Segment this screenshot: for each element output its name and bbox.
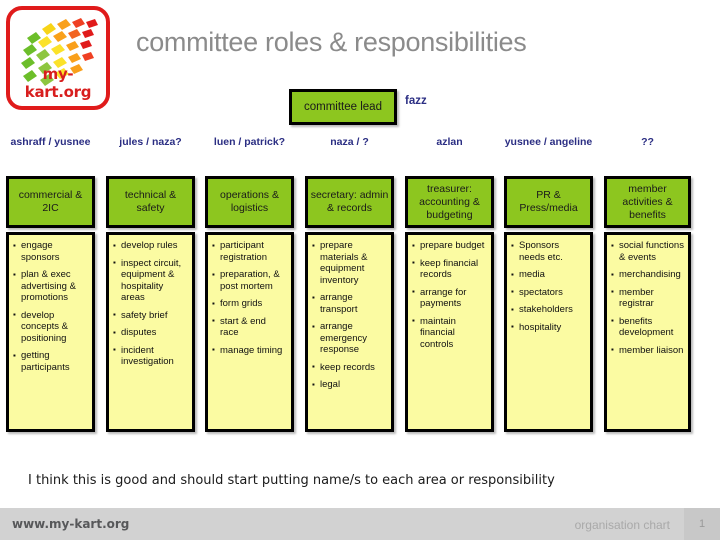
- role-tasks-box: social functions & events merchandising me…: [604, 232, 691, 432]
- task-item: develop concepts & positioning: [13, 309, 88, 345]
- role-owner-label: ashraff / yusnee: [10, 136, 91, 148]
- task-item: keep financial records: [412, 257, 487, 281]
- slide-note: I think this is good and should start pu…: [28, 473, 555, 488]
- task-item: disputes: [113, 327, 188, 339]
- role-title-box[interactable]: member activities & benefits: [604, 176, 691, 228]
- role-tasks-box: prepare budget keep financial records arra…: [405, 232, 494, 432]
- role-tasks-box: develop rules inspect circuit, equipment …: [106, 232, 195, 432]
- task-list: participant registration preparation, & p…: [212, 240, 287, 356]
- role-tasks-box: participant registration preparation, & p…: [205, 232, 294, 432]
- role-title-box[interactable]: operations & logistics: [205, 176, 294, 228]
- footer-bar: www.my-kart.org organisation chart 1: [0, 508, 720, 540]
- task-list: social functions & events merchandising me…: [611, 240, 684, 356]
- task-list: Sponsors needs etc. media spectators stakeh…: [511, 240, 586, 333]
- task-item: social functions & events: [611, 240, 684, 263]
- task-item: inspect circuit, equipment & hospitality…: [113, 257, 188, 304]
- footer-section-label: organisation chart: [574, 518, 670, 532]
- task-item: prepare materials & equipment inventory: [312, 240, 387, 286]
- committee-lead-owner: fazz: [405, 95, 427, 107]
- task-item: keep records: [312, 361, 387, 374]
- task-item: preparation, & post mortem: [212, 269, 287, 292]
- task-item: plan & exec advertising & promotions: [13, 269, 88, 304]
- task-list: prepare budget keep financial records arra…: [412, 240, 487, 350]
- task-item: getting participants: [13, 350, 88, 373]
- role-owner-label: luen / patrick?: [213, 136, 286, 148]
- role-title-box[interactable]: technical & safety: [106, 176, 195, 228]
- task-item: engage sponsors: [13, 240, 88, 263]
- brand-logo: my-kart.org: [6, 6, 110, 110]
- task-list: prepare materials & equipment inventory a…: [312, 240, 387, 391]
- task-item: spectators: [511, 286, 586, 299]
- task-item: incident investigation: [113, 344, 188, 368]
- task-item: Sponsors needs etc.: [511, 240, 586, 263]
- role-tasks-box: Sponsors needs etc. media spectators stakeh…: [504, 232, 593, 432]
- task-item: manage timing: [212, 344, 287, 357]
- task-item: develop rules: [113, 240, 188, 252]
- page-title: committee roles & responsibilities: [136, 27, 527, 57]
- task-item: hospitality: [511, 321, 586, 334]
- role-owner-label: jules / naza?: [119, 136, 182, 148]
- task-item: form grids: [212, 298, 287, 310]
- task-item: merchandising: [611, 269, 684, 281]
- task-item: arrange emergency response: [312, 321, 387, 356]
- role-title-box[interactable]: commercial & 2IC: [6, 176, 95, 228]
- task-item: safety brief: [113, 309, 188, 322]
- role-owner-label: azlan: [436, 136, 463, 148]
- task-item: participant registration: [212, 240, 287, 263]
- task-item: arrange for payments: [412, 286, 487, 310]
- role-title-box[interactable]: treasurer: accounting & budgeting: [405, 176, 494, 228]
- role-owner-label: yusnee / angeline: [504, 136, 593, 148]
- committee-lead-box[interactable]: committee lead: [289, 89, 397, 125]
- task-item: media: [511, 269, 586, 281]
- role-tasks-box: engage sponsors plan & exec advertising &…: [6, 232, 95, 432]
- footer-page-box: 1: [684, 508, 720, 540]
- task-item: member liaison: [611, 344, 684, 357]
- task-item: start & end race: [212, 315, 287, 339]
- role-title-box[interactable]: secretary: admin & records: [305, 176, 394, 228]
- footer-url[interactable]: www.my-kart.org: [12, 517, 129, 531]
- task-item: stakeholders: [511, 304, 586, 316]
- task-item: prepare budget: [412, 240, 487, 252]
- task-item: maintain financial controls: [412, 315, 487, 351]
- task-item: arrange transport: [312, 292, 387, 315]
- task-list: develop rules inspect circuit, equipment …: [113, 240, 188, 368]
- task-item: legal: [312, 379, 387, 391]
- brand-logo-text: my-kart.org: [24, 65, 92, 101]
- footer-page-number: 1: [698, 518, 706, 530]
- task-item: benefits development: [611, 315, 684, 339]
- role-owner-label: ??: [641, 136, 654, 148]
- role-owner-label: naza / ?: [330, 136, 369, 148]
- role-tasks-box: prepare materials & equipment inventory a…: [305, 232, 394, 432]
- task-item: member registrar: [611, 286, 684, 310]
- task-list: engage sponsors plan & exec advertising &…: [13, 240, 88, 373]
- role-title-box[interactable]: PR & Press/media: [504, 176, 593, 228]
